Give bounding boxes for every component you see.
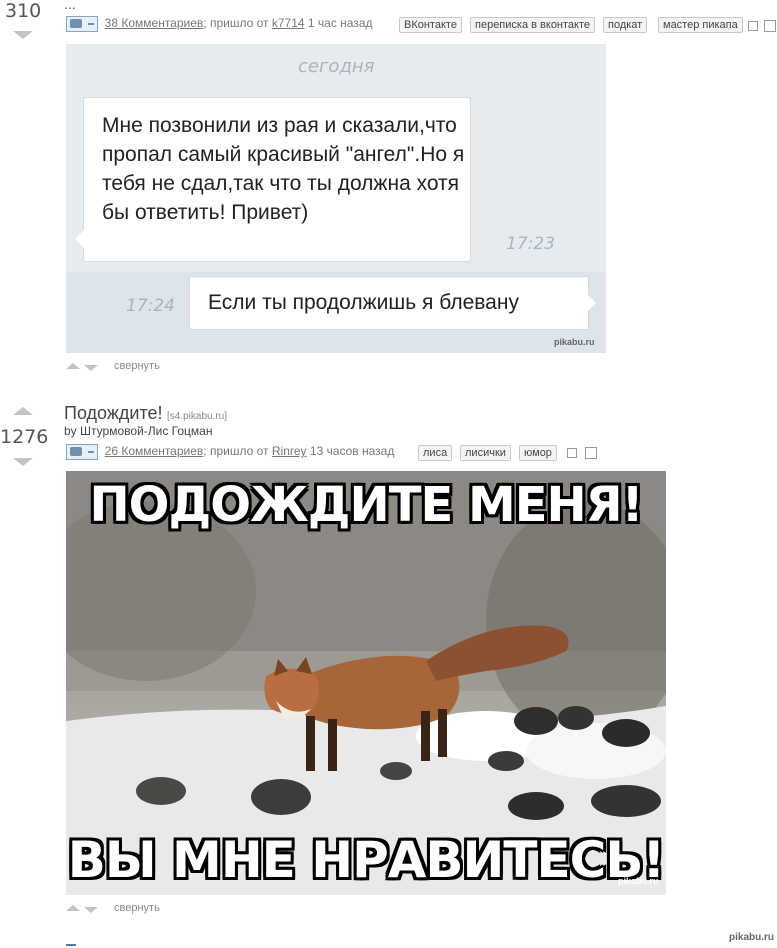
post1-comment-down-icon[interactable] bbox=[84, 365, 98, 371]
post2-source: [s4.pikabu.ru] bbox=[166, 411, 228, 422]
post2-tag-0[interactable]: лиса bbox=[418, 445, 453, 461]
chat-outgoing-text: Если ты продолжишь я блевану bbox=[208, 291, 519, 314]
post2-tag-2[interactable]: юмор bbox=[519, 445, 557, 461]
post2-author-link[interactable]: Rinrey bbox=[272, 444, 307, 458]
camera-icon[interactable] bbox=[66, 16, 98, 32]
post1-from-text: ; пришло от bbox=[203, 16, 269, 31]
meme-top-text: ПОДОЖДИТЕ МЕНЯ! bbox=[89, 477, 643, 533]
post1-chat-image: сегодня Мне позвонили из рая и сказали,ч… bbox=[66, 44, 606, 353]
post2-meta: 26 Комментариев; пришло от Rinrey 13 час… bbox=[66, 444, 394, 460]
post2-comments-link[interactable]: 26 Комментариев bbox=[105, 444, 204, 458]
page-watermark: pikabu.ru bbox=[729, 932, 775, 943]
post2-score: 1276 bbox=[0, 426, 49, 448]
chat-incoming-time: 17:23 bbox=[506, 234, 555, 254]
post1-tag-1[interactable]: переписка в вконтакте bbox=[470, 17, 596, 33]
next-post-marker bbox=[66, 944, 76, 946]
chat-watermark: pikabu.ru bbox=[554, 337, 595, 347]
post2-comment-down-icon[interactable] bbox=[84, 907, 98, 913]
save-icon[interactable] bbox=[567, 448, 577, 458]
chat-incoming-bubble: Мне позвонили из рая и сказали,что пропа… bbox=[83, 97, 555, 262]
post2-from-text: ; пришло от bbox=[203, 444, 269, 459]
post2-upvote-icon[interactable] bbox=[13, 407, 33, 415]
post2-byline: by Штурмовой-Лис Гоцман bbox=[64, 424, 212, 438]
post2-by-prefix: by bbox=[64, 424, 77, 438]
post2-comment-up-icon[interactable] bbox=[66, 905, 80, 911]
post2-title[interactable]: Подождите! bbox=[64, 403, 163, 423]
post1-tag-2[interactable]: подкат bbox=[603, 17, 648, 33]
post1-score: 310 bbox=[5, 0, 42, 22]
post1-collapse-link[interactable]: свернуть bbox=[114, 360, 160, 372]
chat-outgoing-time: 17:24 bbox=[126, 296, 175, 316]
post2-time: 13 часов назад bbox=[309, 444, 395, 459]
save-icon[interactable] bbox=[748, 21, 758, 31]
expand-icon[interactable] bbox=[585, 447, 597, 459]
chat-outgoing-tail bbox=[587, 294, 596, 312]
post2-meme-image: ПОДОЖДИТЕ МЕНЯ! ВЫ МНЕ НРАВИТЕСЬ! pikabu… bbox=[66, 471, 666, 895]
chat-incoming-tail bbox=[75, 230, 84, 248]
camera-icon[interactable] bbox=[66, 444, 98, 460]
post1-title[interactable]: ... bbox=[64, 0, 76, 12]
post1-comments-link[interactable]: 38 Комментариев bbox=[105, 16, 204, 30]
chat-incoming-text: Мне позвонили из рая и сказали,что пропа… bbox=[102, 114, 465, 224]
post1-author-link[interactable]: k7714 bbox=[272, 16, 305, 30]
meme-bottom-text: ВЫ МНЕ НРАВИТЕСЬ! bbox=[67, 831, 666, 889]
post1-tag-3[interactable]: мастер пикапа bbox=[658, 17, 743, 33]
post1-time: 1 час назад bbox=[307, 16, 373, 31]
chat-date-label: сегодня bbox=[298, 56, 375, 77]
chat-outgoing-bubble: Если ты продолжишь я блевану bbox=[189, 276, 589, 330]
post2-tag-1[interactable]: лисички bbox=[460, 445, 511, 461]
post1-tag-0[interactable]: ВКонтакте bbox=[399, 17, 462, 33]
post1-comment-up-icon[interactable] bbox=[66, 363, 80, 369]
post2-downvote-icon[interactable] bbox=[13, 458, 33, 466]
expand-icon[interactable] bbox=[764, 20, 776, 32]
post2-collapse-link[interactable]: свернуть bbox=[114, 902, 160, 914]
post1-meta: 38 Комментариев; пришло от k7714 1 час н… bbox=[66, 16, 373, 32]
post2-by-author[interactable]: Штурмовой-Лис Гоцман bbox=[80, 424, 212, 438]
post1-downvote-icon[interactable] bbox=[13, 31, 33, 39]
post2-title-row: Подождите! [s4.pikabu.ru] bbox=[64, 403, 227, 424]
meme-watermark: pikabu.ru bbox=[618, 876, 659, 886]
